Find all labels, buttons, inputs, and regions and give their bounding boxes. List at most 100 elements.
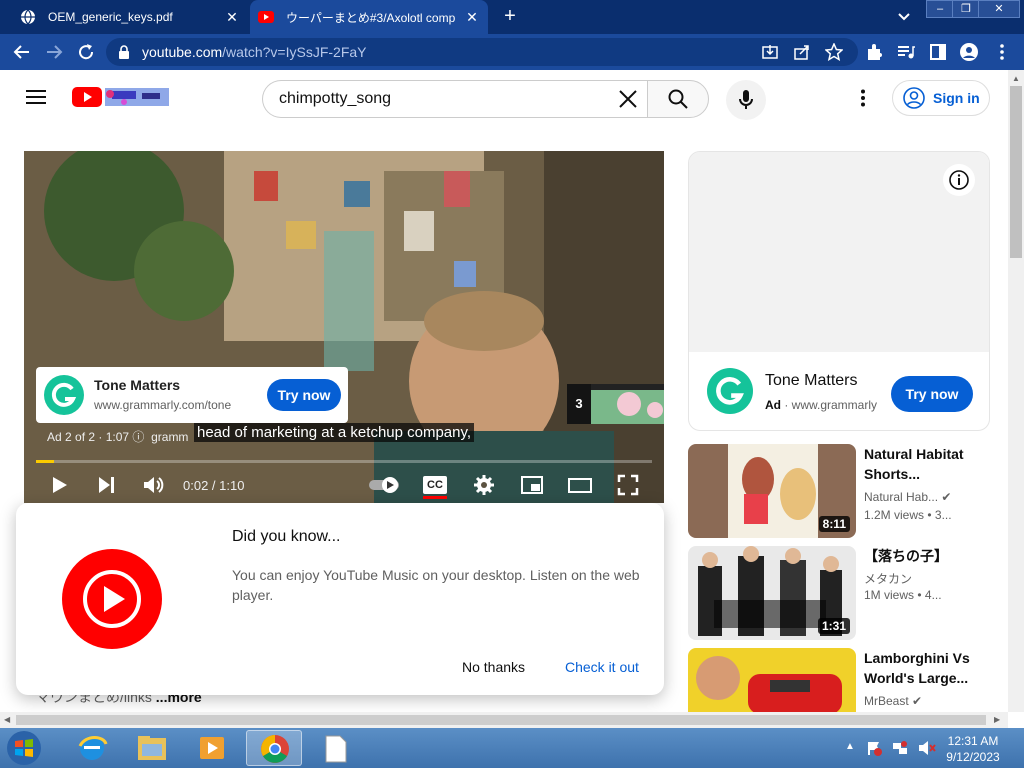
folder-icon [138, 736, 166, 760]
progress-bar[interactable] [36, 460, 652, 463]
browser-tab-strip: OEM_generic_keys.pdf ✕ ウーパーまとめ#3/Axolotl… [0, 0, 1024, 34]
channel-name[interactable]: メタカン [864, 570, 912, 587]
document-taskbar-button[interactable] [308, 730, 364, 766]
miniplayer-icon[interactable] [520, 473, 544, 497]
horizontal-scrollbar[interactable]: ◀ ▶ [0, 712, 1008, 728]
channel-name[interactable]: MrBeast ✔ [864, 694, 922, 708]
sidebar-try-now-button[interactable]: Try now [891, 376, 973, 412]
no-thanks-button[interactable]: No thanks [462, 659, 525, 675]
ad-info-button[interactable] [943, 164, 975, 196]
system-clock[interactable]: 12:31 AM 9/12/2023 [942, 733, 1004, 765]
media-player-taskbar-button[interactable] [184, 730, 240, 766]
lock-icon[interactable] [118, 45, 130, 59]
play-icon[interactable] [47, 473, 71, 497]
sidebar-ad[interactable]: Tone Matters Ad · www.grammarly Try now [688, 151, 990, 431]
volume-icon[interactable] [141, 473, 165, 497]
media-queue-icon[interactable] [896, 42, 916, 62]
volume-muted-icon[interactable] [918, 740, 936, 756]
grammarly-logo-icon [707, 368, 753, 414]
tab-youtube-video[interactable]: ウーパーまとめ#3/Axolotl compilation ✕ [250, 0, 488, 34]
channel-name[interactable]: Natural Hab... ✔ [864, 490, 951, 504]
queue-count: 3 [567, 384, 591, 424]
window-restore-button[interactable]: ❐ [952, 0, 980, 18]
address-bar[interactable]: youtube.com/watch?v=IySsJF-2FaY [106, 38, 858, 66]
tab-close-icon[interactable]: ✕ [464, 9, 480, 25]
video-thumbnail[interactable]: 8:11 [688, 444, 856, 538]
recommendation-item[interactable]: 1:31 【落ちの子】 メタカン 1M views • 4... [688, 546, 990, 640]
show-hidden-icons-icon[interactable]: ▲ [845, 741, 855, 752]
vertical-scroll-thumb[interactable] [1010, 86, 1022, 258]
internet-explorer-taskbar-button[interactable] [64, 730, 120, 766]
bookmark-star-icon[interactable] [825, 43, 843, 61]
reload-icon[interactable] [76, 42, 96, 62]
view-count: 1M views [864, 588, 915, 602]
extensions-puzzle-icon[interactable] [864, 42, 884, 62]
ad-url: www.grammarly.com/tone [94, 398, 232, 412]
search-button[interactable] [647, 80, 709, 118]
install-app-icon[interactable] [762, 44, 778, 60]
youtube-logo-icon[interactable] [72, 86, 170, 108]
tab-title: OEM_generic_keys.pdf [48, 10, 173, 24]
video-title[interactable]: Natural Habitat Shorts... [864, 444, 990, 484]
channel-label: MrBeast [864, 694, 909, 708]
tab-oem-keys[interactable]: OEM_generic_keys.pdf ✕ [12, 0, 248, 34]
internet-explorer-icon [78, 736, 108, 760]
video-thumbnail[interactable] [688, 648, 856, 712]
back-arrow-icon[interactable] [12, 42, 32, 62]
recommendation-item[interactable]: Lamborghini Vs World's Large... MrBeast … [688, 648, 990, 712]
video-thumbnail[interactable]: 1:31 [688, 546, 856, 640]
scroll-up-arrow-icon[interactable]: ▲ [1012, 74, 1020, 83]
voice-search-button[interactable] [726, 80, 766, 120]
url-domain: youtube.com [142, 44, 223, 60]
time-display: 0:02 / 1:10 [183, 478, 245, 493]
settings-more-icon[interactable] [860, 89, 866, 107]
chrome-icon [261, 735, 289, 763]
window-close-button[interactable]: ✕ [978, 0, 1020, 18]
windows-start-icon[interactable] [6, 730, 42, 766]
search-input[interactable] [279, 89, 599, 109]
vertical-scrollbar[interactable]: ▲ [1008, 70, 1024, 712]
ad-queue-preview[interactable]: 3 [567, 384, 664, 424]
verified-check-icon: ✔ [941, 490, 952, 504]
file-explorer-taskbar-button[interactable] [124, 730, 180, 766]
chrome-taskbar-button[interactable] [246, 730, 302, 766]
side-panel-icon[interactable] [928, 42, 948, 62]
account-circle-icon [903, 87, 925, 109]
search-box [262, 80, 648, 118]
horizontal-scroll-thumb[interactable] [16, 715, 986, 725]
video-title[interactable]: Lamborghini Vs World's Large... [864, 648, 990, 688]
recommendation-item[interactable]: 8:11 Natural Habitat Shorts... Natural H… [688, 444, 990, 538]
info-icon[interactable]: ⓘ [132, 430, 144, 444]
window-minimize-button[interactable]: – [926, 0, 954, 18]
video-title[interactable]: 【落ちの子】 [864, 546, 990, 566]
settings-gear-icon[interactable] [472, 473, 496, 497]
chrome-menu-icon[interactable] [992, 42, 1012, 62]
sign-in-button[interactable]: Sign in [892, 80, 990, 116]
try-now-button[interactable]: Try now [267, 379, 341, 411]
check-it-out-button[interactable]: Check it out [565, 659, 639, 675]
network-icon[interactable] [892, 740, 908, 756]
view-count: 1.2M views [864, 508, 925, 522]
video-player[interactable]: Tone Matters www.grammarly.com/tone Try … [24, 151, 664, 503]
subtitles-cc-button[interactable]: CC [423, 473, 447, 499]
next-icon[interactable] [94, 473, 118, 497]
new-tab-icon[interactable]: + [500, 6, 520, 26]
profile-avatar-icon[interactable] [959, 42, 979, 62]
theater-mode-icon[interactable] [568, 473, 592, 497]
tab-close-icon[interactable]: ✕ [224, 9, 240, 25]
cc-active-indicator [423, 496, 447, 499]
tab-search-chevron-icon[interactable] [896, 8, 912, 24]
forward-arrow-icon[interactable] [44, 42, 64, 62]
scroll-left-arrow-icon[interactable]: ◀ [4, 715, 10, 724]
action-center-flag-icon[interactable] [866, 740, 882, 756]
autoplay-toggle-icon[interactable] [368, 473, 402, 497]
sign-in-label: Sign in [933, 90, 980, 106]
clear-search-icon[interactable] [619, 90, 637, 108]
fullscreen-icon[interactable] [616, 473, 640, 497]
share-icon[interactable] [794, 44, 810, 60]
hamburger-menu-icon[interactable] [26, 89, 46, 105]
grammarly-logo-icon [44, 375, 84, 415]
ad-title: Tone Matters [94, 377, 181, 393]
scroll-right-arrow-icon[interactable]: ▶ [994, 715, 1000, 724]
ad-overlay-card[interactable]: Tone Matters www.grammarly.com/tone Try … [36, 367, 348, 423]
